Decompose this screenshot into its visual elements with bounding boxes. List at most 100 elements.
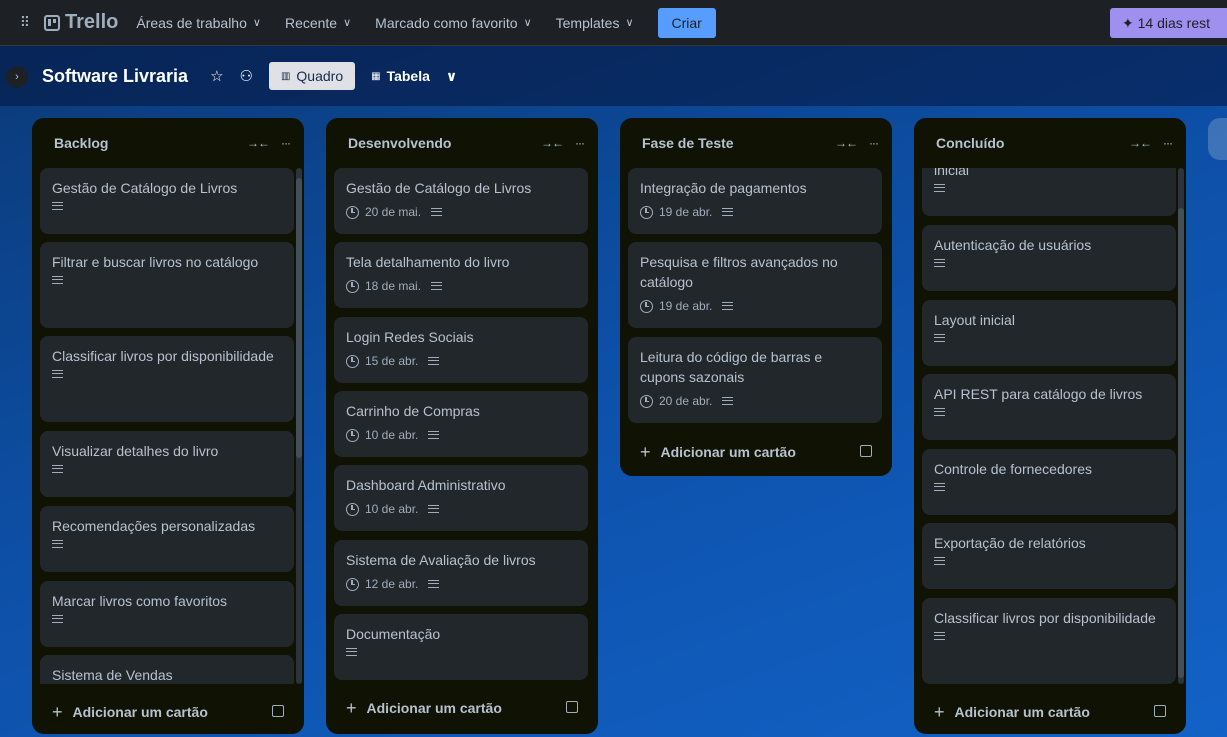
description-icon [934,184,945,192]
views-dropdown-icon[interactable]: ∨ [446,68,457,85]
card-badges: 19 de abr. [640,296,870,316]
view-table-button[interactable]: ▦ Tabela [371,68,430,84]
card[interactable]: Controle de fornecedores [922,449,1176,515]
add-card-button[interactable]: + Adicionar um cartão [334,690,590,726]
description-icon [52,276,63,284]
card-title: Filtrar e buscar livros no catálogo [52,254,259,270]
card[interactable]: Gestão de Catálogo de Livros [40,168,294,234]
card[interactable]: Layout inicial [922,300,1176,366]
description-icon [52,615,63,623]
create-button[interactable]: Criar [657,7,716,38]
nav-templates[interactable]: Templates ∨ [556,15,634,31]
scroll-thumb[interactable] [296,178,302,458]
star-icon[interactable]: ☆ [210,67,223,85]
list-concluido: Concluído →← ··· inicial Autenticação de… [914,118,1186,734]
card-template-icon[interactable] [1154,705,1166,717]
card-badges [52,465,282,473]
due-date: 20 de mai. [365,205,422,219]
app-switcher-icon[interactable]: ⠿ [14,12,36,34]
card-title: Carrinho de Compras [346,403,480,419]
clock-icon [640,299,653,313]
list-menu-icon[interactable]: ··· [281,136,291,150]
card-template-icon[interactable] [860,445,872,457]
card-badges [52,202,282,210]
scroll-thumb[interactable] [1178,208,1184,678]
card[interactable]: inicial [922,168,1176,216]
card-title: Sistema de Avaliação de livros [346,552,536,568]
card-badges: 12 de abr. [346,574,576,594]
card[interactable]: Gestão de Catálogo de Livros 20 de mai. [334,168,588,234]
card-title: Login Redes Sociais [346,329,474,345]
list-title[interactable]: Concluído [936,135,1117,151]
due-date: 10 de abr. [365,502,419,516]
list-menu-icon[interactable]: ··· [1163,136,1173,150]
list-title[interactable]: Desenvolvendo [348,135,529,151]
add-list-button[interactable] [1208,118,1227,160]
card[interactable]: Dashboard Administrativo 10 de abr. [334,465,588,531]
add-card-label: Adicionar um cartão [660,444,796,460]
view-board-label: Quadro [296,68,344,84]
expand-sidebar-icon[interactable]: › [6,66,28,88]
card[interactable]: Login Redes Sociais 15 de abr. [334,317,588,383]
list-menu-icon[interactable]: ··· [869,136,879,150]
card-badges: 20 de mai. [346,202,576,222]
card-title: inicial [934,168,970,178]
card-title: Autenticação de usuários [934,237,1092,253]
card[interactable]: Pesquisa e filtros avançados no catálogo… [628,242,882,328]
collapse-list-icon[interactable]: →← [1129,136,1152,150]
description-icon [722,208,734,216]
list-title[interactable]: Fase de Teste [642,135,823,151]
add-card-button[interactable]: + Adicionar um cartão [40,694,296,730]
card-title: Controle de fornecedores [934,461,1092,477]
card[interactable]: Sistema de Avaliação de livros 12 de abr. [334,540,588,606]
add-card-button[interactable]: + Adicionar um cartão [628,434,884,470]
list-menu-icon[interactable]: ··· [575,136,585,150]
card-template-icon[interactable] [566,701,578,713]
description-icon [52,370,63,378]
plus-icon: + [346,697,357,718]
card-badges: 18 de mai. [346,276,576,296]
card[interactable]: Documentação [334,614,588,680]
card[interactable]: Classificar livros por disponibilidade [922,598,1176,684]
trello-logo[interactable]: Trello [44,11,118,34]
card[interactable]: Leitura do código de barras e cupons saz… [628,337,882,423]
trial-badge[interactable]: ✦ 14 dias rest [1110,8,1227,38]
card[interactable]: API REST para catálogo de livros [922,374,1176,440]
add-card-button[interactable]: + Adicionar um cartão [922,694,1178,730]
card[interactable]: Exportação de relatórios [922,523,1176,589]
list-scrollbar[interactable] [296,168,302,684]
list-header: Backlog →← ··· [32,118,304,168]
card[interactable]: Carrinho de Compras 10 de abr. [334,391,588,457]
description-icon [934,557,945,565]
card[interactable]: Sistema de Vendas [40,655,294,684]
card[interactable]: Classificar livros por disponibilidade [40,336,294,422]
logo-text: Trello [65,11,119,33]
card-title: Exportação de relatórios [934,535,1086,551]
nav-recent[interactable]: Recente ∨ [285,15,351,31]
description-icon [52,540,63,548]
card-title: Documentação [346,626,441,642]
collapse-list-icon[interactable]: →← [247,136,270,150]
card[interactable]: Tela detalhamento do livro 18 de mai. [334,242,588,308]
list-header: Desenvolvendo →← ··· [326,118,598,168]
nav-starred[interactable]: Marcado como favorito ∨ [375,15,531,31]
card[interactable]: Integração de pagamentos 19 de abr. [628,168,882,234]
visibility-icon[interactable]: ⚇ [240,67,253,85]
list-title[interactable]: Backlog [54,135,235,151]
view-board-button[interactable]: ▥ Quadro [268,62,356,90]
collapse-list-icon[interactable]: →← [835,136,858,150]
nav-workspaces[interactable]: Áreas de trabalho ∨ [136,15,261,31]
collapse-list-icon[interactable]: →← [541,136,564,150]
list-scrollbar[interactable] [1178,168,1184,684]
card[interactable]: Marcar livros como favoritos [40,581,294,647]
card-title: Sistema de Vendas [52,667,173,683]
card[interactable]: Filtrar e buscar livros no catálogo [40,242,294,328]
card[interactable]: Visualizar detalhes do livro [40,431,294,497]
description-icon [52,202,63,210]
card[interactable]: Autenticação de usuários [922,225,1176,291]
board-title[interactable]: Software Livraria [42,66,188,87]
card-badges [934,259,1164,267]
card-template-icon[interactable] [272,705,284,717]
card[interactable]: Recomendações personalizadas [40,506,294,572]
description-icon [428,580,440,588]
